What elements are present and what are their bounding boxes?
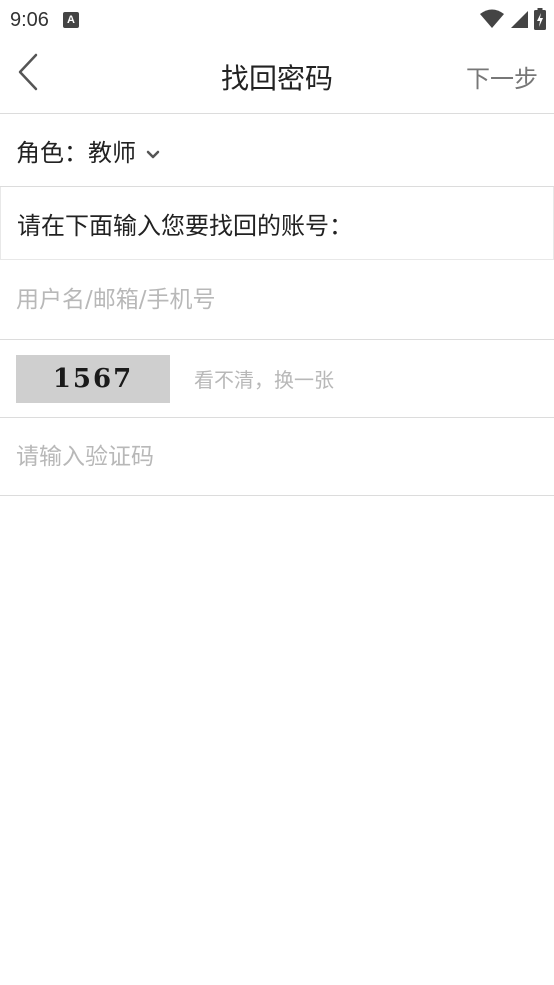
- battery-icon: [534, 8, 546, 34]
- account-prompt: 请在下面输入您要找回的账号：: [0, 187, 554, 260]
- captcha-row: 1567 看不清，换一张: [0, 340, 554, 418]
- signal-icon: [510, 9, 528, 33]
- next-step-button[interactable]: 下一步: [466, 59, 538, 94]
- captcha-image[interactable]: 1567: [16, 354, 170, 403]
- role-value: 教师: [88, 138, 136, 167]
- status-time: 9:06: [10, 8, 49, 31]
- account-field-row: [0, 260, 554, 340]
- role-selector[interactable]: 角色： 教师: [0, 114, 554, 187]
- app-notification-icon: A: [62, 12, 79, 28]
- wifi-icon: [480, 9, 504, 33]
- status-bar: 9:06 A: [0, 0, 554, 40]
- chevron-down-icon: [146, 138, 160, 166]
- verification-code-input[interactable]: [16, 443, 516, 470]
- status-icons: [480, 8, 546, 34]
- refresh-captcha-link[interactable]: 看不清，换一张: [194, 364, 334, 393]
- account-input[interactable]: [16, 286, 516, 313]
- role-label: 角色：: [16, 138, 88, 167]
- navigation-bar: 找回密码 下一步: [0, 40, 554, 114]
- verification-field-row: [0, 418, 554, 496]
- account-prompt-text: 请在下面输入您要找回的账号：: [17, 211, 353, 240]
